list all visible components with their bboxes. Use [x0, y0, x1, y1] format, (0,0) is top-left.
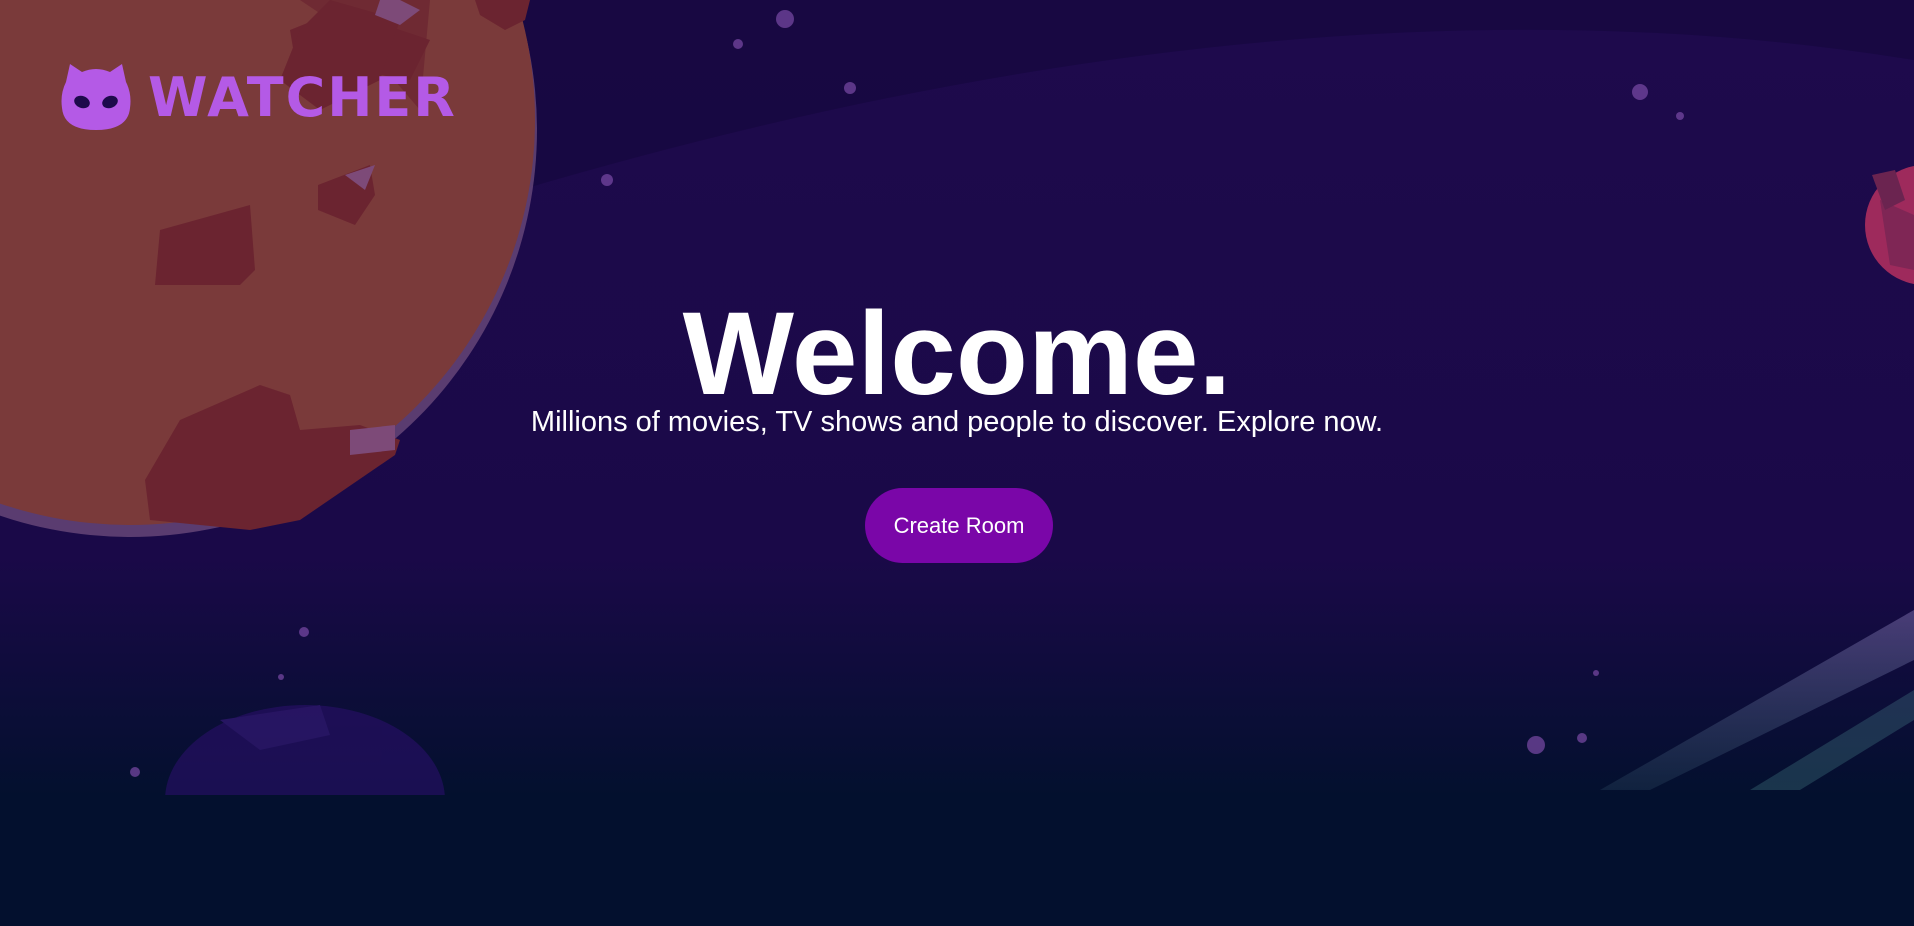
hero-subtitle: Millions of movies, TV shows and people … [530, 406, 1384, 438]
cat-mask-icon [61, 64, 131, 130]
space-background [0, 0, 1914, 926]
create-room-button[interactable]: Create Room [865, 488, 1053, 563]
landing-page: WATCHER Welcome. Millions of movies, TV … [0, 0, 1914, 926]
brand-logo[interactable]: WATCHER [60, 64, 457, 132]
brand-name: WATCHER [148, 66, 457, 129]
hero-title: Welcome. [682, 288, 1232, 420]
